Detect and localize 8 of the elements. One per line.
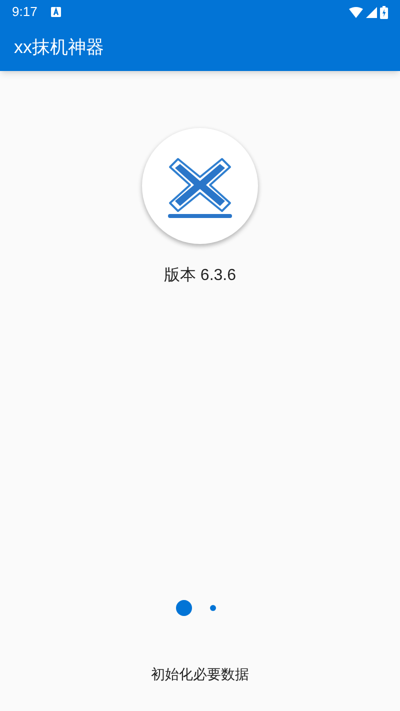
status-time: 9:17 [12,3,38,22]
battery-icon [380,6,388,18]
notification-icon [51,7,62,17]
status-message: 初始化必要数据 [151,665,249,684]
app-title: xx抹机神器 [14,36,104,59]
signal-icon [366,6,377,18]
wifi-icon [349,6,363,18]
version-label: 版本 6.3.6 [164,266,236,286]
